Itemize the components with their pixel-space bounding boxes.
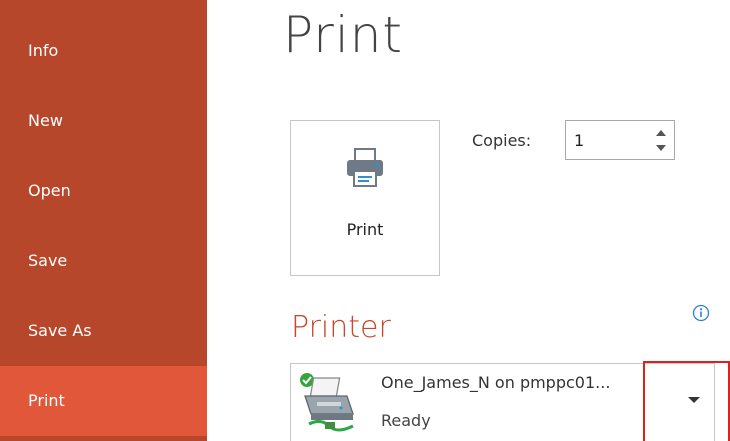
chevron-up-icon[interactable] bbox=[654, 126, 668, 140]
printer-icon bbox=[347, 148, 383, 187]
print-button-label: Print bbox=[346, 220, 384, 239]
printer-name: One_James_N on pmppc01... bbox=[381, 373, 611, 392]
printer-status: Ready bbox=[381, 411, 431, 430]
copies-stepper bbox=[565, 120, 675, 160]
network-printer-icon bbox=[300, 373, 354, 432]
copies-input[interactable] bbox=[574, 128, 644, 152]
print-pane: Print Print Copies: Printer bbox=[207, 0, 730, 441]
print-button[interactable]: Print bbox=[290, 120, 440, 276]
sidebar-item-print[interactable]: Print bbox=[0, 366, 207, 436]
sidebar-item-new[interactable]: New bbox=[0, 86, 207, 156]
chevron-down-icon[interactable] bbox=[686, 392, 702, 408]
chevron-down-icon[interactable] bbox=[654, 141, 668, 155]
info-icon[interactable] bbox=[692, 304, 710, 322]
sidebar-item-save[interactable]: Save bbox=[0, 226, 207, 296]
copies-label: Copies: bbox=[472, 131, 532, 150]
sidebar-item-open[interactable]: Open bbox=[0, 156, 207, 226]
page-title: Print bbox=[283, 6, 404, 64]
sidebar-item-save-as[interactable]: Save As bbox=[0, 296, 207, 366]
printer-section-title: Printer bbox=[291, 310, 391, 345]
sidebar-item-info[interactable]: Info bbox=[0, 16, 207, 86]
printer-dropdown[interactable]: One_James_N on pmppc01... Ready bbox=[290, 363, 715, 441]
backstage-sidebar: Info New Open Save Save As Print bbox=[0, 0, 207, 441]
